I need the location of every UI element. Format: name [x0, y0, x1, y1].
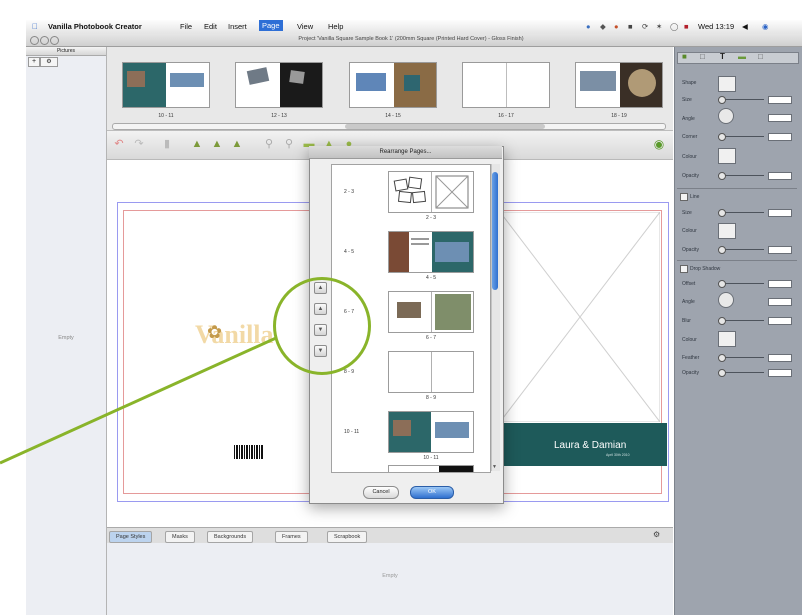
- callout-pointer-line: [0, 336, 277, 465]
